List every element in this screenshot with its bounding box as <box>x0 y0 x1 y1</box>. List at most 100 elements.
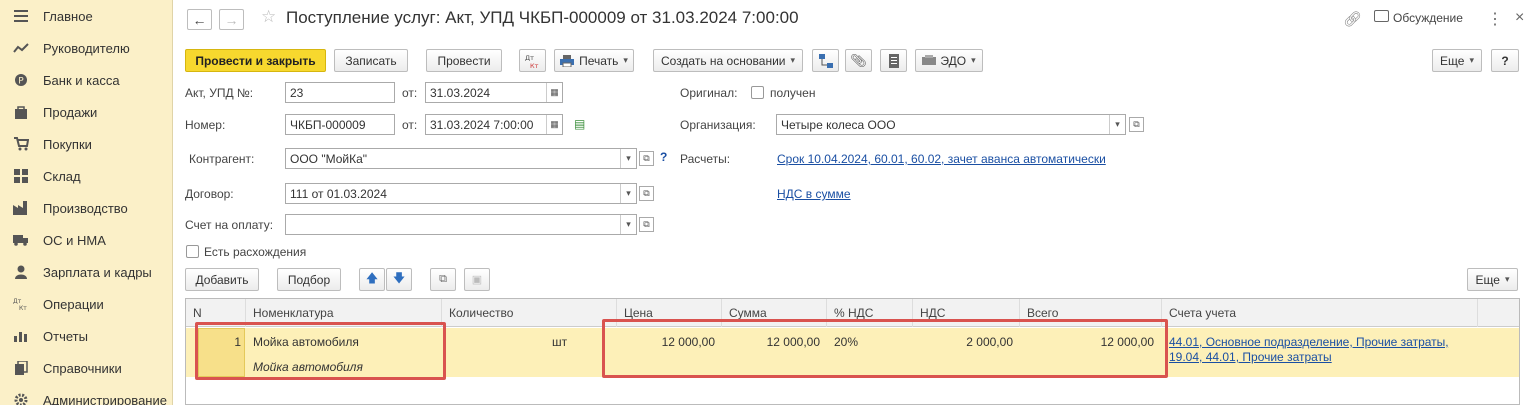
sidebar-item-label: Покупки <box>43 136 92 152</box>
chevron-down-icon[interactable]: ▾ <box>620 215 636 234</box>
sidebar-item-label: Зарплата и кадры <box>43 264 152 280</box>
document-status-icon[interactable]: ▤ <box>574 117 585 131</box>
sidebar-item-warehouse[interactable]: Склад <box>0 160 172 192</box>
number-date-input[interactable]: 31.03.2024 7:00:00 ▦ <box>425 114 563 135</box>
sidebar-item-purchases[interactable]: Покупки <box>0 128 172 160</box>
post-button[interactable]: Провести <box>426 49 502 72</box>
move-up-button[interactable]: 🡅 <box>359 268 385 291</box>
book-icon <box>13 360 29 376</box>
link-icon[interactable]: 🔗︎ <box>1343 10 1362 28</box>
help-question-icon[interactable]: ? <box>660 150 667 164</box>
document-icon <box>888 53 899 68</box>
create-based-on-button[interactable]: Создать на основании <box>653 49 803 72</box>
paste-icon: ▣ <box>471 274 483 286</box>
table-more-label: Еще <box>1475 272 1500 287</box>
number-input[interactable]: ЧКБП-000009 <box>285 114 395 135</box>
open-contractor-icon[interactable]: ⧉ <box>639 151 654 166</box>
unit-cell[interactable]: шт <box>552 335 567 349</box>
post-and-close-button[interactable]: Провести и закрыть <box>185 49 326 72</box>
accounts-link[interactable]: 44.01, Основное подразделение, Прочие за… <box>1169 335 1449 349</box>
sidebar-item-main[interactable]: Главное <box>0 0 172 32</box>
print-button[interactable]: Печать <box>554 49 634 72</box>
chevron-down-icon[interactable]: ▾ <box>620 184 636 203</box>
more-button[interactable]: Еще <box>1432 49 1482 72</box>
contract-select[interactable]: 111 от 01.03.2024 ▾ <box>285 183 637 204</box>
open-organization-icon[interactable]: ⧉ <box>1129 117 1144 132</box>
add-row-button[interactable]: Добавить <box>185 268 259 291</box>
contractor-select[interactable]: ООО "МойКа" ▾ <box>285 148 637 169</box>
act-date-input[interactable]: 31.03.2024 ▦ <box>425 82 563 103</box>
vat-in-sum-link[interactable]: НДС в сумме <box>777 187 851 201</box>
arrow-right-icon: → <box>224 11 239 28</box>
coin-icon: P <box>13 72 29 88</box>
sidebar-item-bank[interactable]: P Банк и касса <box>0 64 172 96</box>
sidebar-item-label: Отчеты <box>43 328 88 344</box>
open-contract-icon[interactable]: ⧉ <box>639 186 654 201</box>
accounts-link-line2[interactable]: 19.04, 44.01, Прочие затраты <box>1169 350 1332 364</box>
dt-kt-button[interactable]: Дт Кт <box>519 49 546 72</box>
arrow-left-icon: ← <box>192 11 207 28</box>
dt-kt-icon: ДтКт <box>13 296 29 312</box>
sidebar-item-director[interactable]: Руководителю <box>0 32 172 64</box>
sidebar-item-label: Главное <box>43 8 93 24</box>
svg-text:Дт: Дт <box>525 54 534 62</box>
svg-text:Кт: Кт <box>530 62 539 69</box>
help-button[interactable]: ? <box>1491 49 1519 72</box>
truck-icon <box>13 232 29 248</box>
create-based-label: Создать на основании <box>660 53 786 68</box>
selection-button[interactable]: Подбор <box>277 268 341 291</box>
close-icon[interactable]: × <box>1515 9 1524 27</box>
column-header-accounts[interactable]: Счета учета <box>1162 299 1478 327</box>
calendar-icon[interactable]: ▦ <box>546 83 562 102</box>
move-down-button[interactable]: 🡇 <box>386 268 412 291</box>
column-header-quantity[interactable]: Количество <box>442 299 617 327</box>
printer-icon <box>560 54 575 67</box>
discussion-link[interactable]: Обсуждение <box>1393 11 1463 25</box>
cart-icon <box>13 136 29 152</box>
act-number-input[interactable]: 23 <box>285 82 395 103</box>
paperclip-icon: 📎︎ <box>850 52 867 68</box>
edo-button[interactable]: ЭДО <box>915 49 983 72</box>
copy-rows-button[interactable]: ⧉ <box>430 268 456 291</box>
bag-icon <box>13 104 29 120</box>
save-button[interactable]: Записать <box>334 49 408 72</box>
open-invoice-icon[interactable]: ⧉ <box>639 217 654 232</box>
sidebar-item-admin[interactable]: Администрирование <box>0 384 172 405</box>
chevron-down-icon[interactable]: ▾ <box>1109 115 1125 134</box>
table-more-button[interactable]: Еще <box>1467 268 1518 291</box>
sidebar-item-label: Администрирование <box>43 392 167 405</box>
discrepancy-checkbox[interactable] <box>186 245 199 258</box>
calendar-icon[interactable]: ▦ <box>546 115 562 134</box>
number-label: Номер: <box>185 118 226 132</box>
sidebar-item-label: Банк и касса <box>43 72 120 88</box>
attach-button[interactable]: 📎︎ <box>845 49 872 72</box>
more-menu-icon[interactable]: ⋮ <box>1487 9 1503 29</box>
sidebar-item-label: Операции <box>43 296 104 312</box>
sidebar-item-salary[interactable]: Зарплата и кадры <box>0 256 172 288</box>
menu-icon <box>13 8 29 24</box>
paste-rows-button[interactable]: ▣ <box>464 268 490 291</box>
sidebar-item-operations[interactable]: Дт Кт Операции <box>0 288 172 320</box>
sidebar-item-sales[interactable]: Продажи <box>0 96 172 128</box>
sidebar-item-assets[interactable]: ОС и НМА <box>0 224 172 256</box>
document-list-button[interactable] <box>880 49 907 72</box>
settlements-link[interactable]: Срок 10.04.2024, 60.01, 60.02, зачет ава… <box>777 152 1106 166</box>
invoice-select[interactable]: ▾ <box>285 214 637 235</box>
settlements-label: Расчеты: <box>680 152 731 166</box>
back-button[interactable]: ← <box>187 9 212 30</box>
invoice-label: Счет на оплату: <box>185 218 274 232</box>
original-received-checkbox[interactable] <box>751 86 764 99</box>
chevron-down-icon[interactable]: ▾ <box>620 149 636 168</box>
contract-value: 111 от 01.03.2024 <box>290 187 387 201</box>
favorite-star-icon[interactable]: ☆ <box>261 7 276 27</box>
sidebar-item-production[interactable]: Производство <box>0 192 172 224</box>
copy-icon: ⧉ <box>439 273 447 285</box>
bar-chart-icon <box>13 328 29 344</box>
forward-button[interactable]: → <box>219 9 244 30</box>
organization-select[interactable]: Четыре колеса ООО ▾ <box>776 114 1126 135</box>
sidebar-item-references[interactable]: Справочники <box>0 352 172 384</box>
dt-kt-icon: ДтКт <box>525 54 539 69</box>
person-icon <box>13 264 29 280</box>
sidebar-item-reports[interactable]: Отчеты <box>0 320 172 352</box>
structure-button[interactable] <box>812 49 839 72</box>
